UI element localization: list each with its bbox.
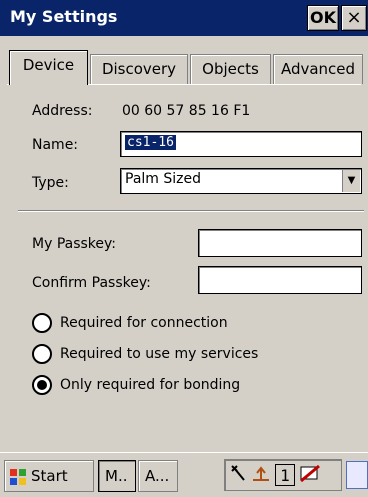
title-bar: My Settings OK × — [0, 0, 368, 36]
radio-only-bonding[interactable] — [32, 375, 52, 395]
name-field[interactable]: cs1-16 — [120, 131, 362, 157]
keyboard-toggle-icon[interactable] — [346, 461, 368, 489]
taskbar-item-a[interactable]: A... — [138, 460, 178, 492]
tab-objects[interactable]: Objects — [190, 54, 271, 84]
stylus-icon[interactable] — [228, 464, 248, 486]
radio-required-connection[interactable] — [32, 313, 52, 333]
type-label: Type: — [32, 175, 69, 191]
taskbar: Start M.. A... 1 — [0, 452, 368, 497]
chevron-down-icon[interactable]: ▼ — [342, 170, 360, 192]
type-dropdown[interactable]: Palm Sized ▼ — [120, 168, 362, 194]
address-label: Address: — [32, 103, 93, 119]
close-button[interactable]: × — [341, 5, 367, 31]
radio-label-required-connection[interactable]: Required for connection — [60, 315, 228, 331]
name-field-value: cs1-16 — [125, 135, 176, 150]
confirm-passkey-label: Confirm Passkey: — [32, 275, 151, 291]
taskbar-item-my-settings[interactable]: M.. — [98, 460, 136, 492]
name-label: Name: — [32, 137, 79, 153]
my-passkey-field[interactable] — [198, 229, 362, 257]
tab-advanced[interactable]: Advanced — [273, 54, 363, 84]
type-dropdown-value: Palm Sized — [125, 171, 201, 187]
radio-required-services[interactable] — [32, 344, 52, 364]
radio-label-only-bonding[interactable]: Only required for bonding — [60, 377, 240, 393]
power-icon[interactable] — [299, 464, 320, 486]
tab-device[interactable]: Device — [9, 50, 88, 85]
connection-icon[interactable] — [251, 464, 271, 486]
start-button[interactable]: Start — [4, 460, 94, 492]
section-divider — [18, 210, 364, 212]
window-title: My Settings — [10, 7, 118, 26]
tray-number[interactable]: 1 — [275, 464, 295, 486]
radio-label-required-services[interactable]: Required to use my services — [60, 346, 258, 362]
confirm-passkey-field[interactable] — [198, 266, 362, 294]
ok-button[interactable]: OK — [307, 5, 339, 31]
windows-logo-icon — [9, 466, 27, 485]
start-label: Start — [31, 467, 68, 485]
address-value: 00 60 57 85 16 F1 — [122, 103, 251, 119]
system-tray: 1 — [224, 459, 342, 491]
my-passkey-label: My Passkey: — [32, 236, 116, 252]
tab-discovery[interactable]: Discovery — [90, 54, 188, 84]
